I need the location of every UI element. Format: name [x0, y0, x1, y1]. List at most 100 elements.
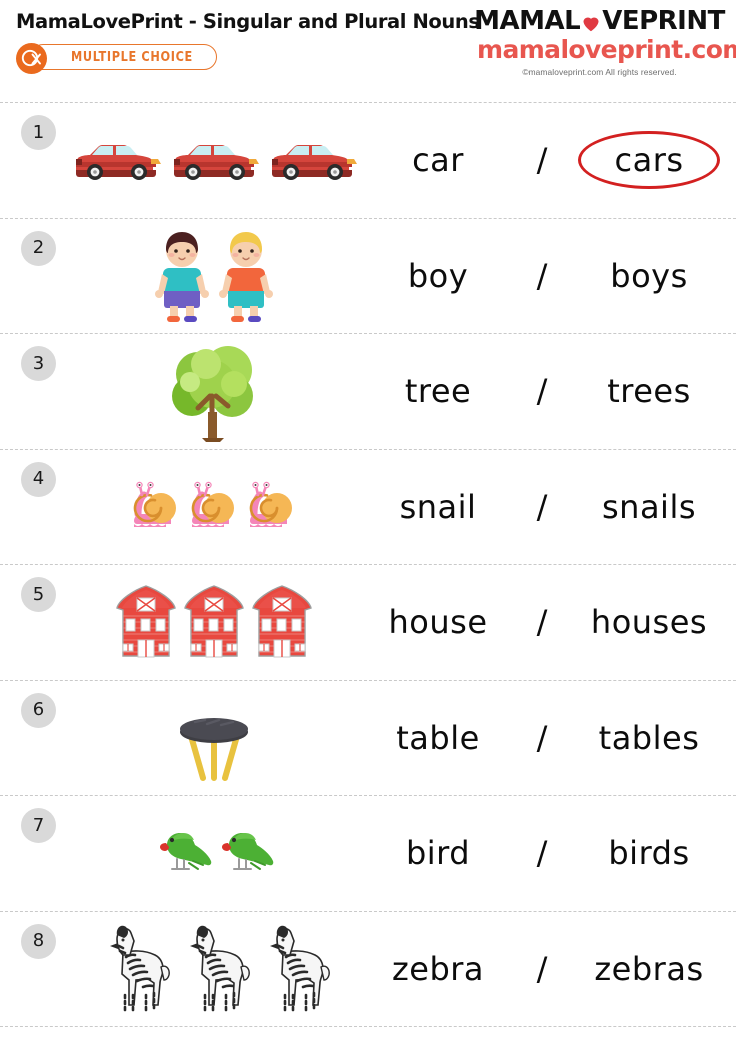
choice-plural-label: trees — [607, 372, 691, 411]
question-row: 3 tree / trees — [0, 333, 736, 449]
picture-cell-car — [66, 103, 362, 218]
choice-singular[interactable]: boy — [362, 260, 514, 292]
picture-group — [66, 690, 362, 786]
question-list: 1 car / cars 2 boy / boys 3 tree / trees… — [0, 102, 736, 1027]
choice-plural[interactable]: snails — [570, 491, 728, 523]
choice-separator: / — [536, 603, 548, 642]
choice-separator: / — [536, 487, 548, 526]
choice-plural[interactable]: birds — [570, 837, 728, 869]
picture-group — [66, 481, 362, 533]
multiple-choice-label: MULTIPLE CHOICE — [71, 49, 193, 65]
question-row: 8 zebra / zebras — [0, 910, 736, 1027]
choice-singular[interactable]: bird — [362, 837, 514, 869]
question-number-badge: 7 — [21, 808, 56, 843]
header-left-block: MamaLovePrint - Singular and Plural Noun… — [16, 10, 480, 74]
choice-plural[interactable]: boys — [570, 260, 728, 292]
zebra-icon — [110, 925, 170, 1012]
multiple-choice-badge: MULTIPLE CHOICE — [16, 42, 218, 74]
choice-singular-label: zebra — [391, 949, 485, 988]
bird-icon — [222, 833, 274, 871]
question-number-badge: 2 — [21, 230, 56, 266]
question-row: 6 table / tables — [0, 679, 736, 796]
ox-icon — [16, 43, 47, 74]
multiple-choice-pill: MULTIPLE CHOICE — [30, 44, 218, 70]
question-number-badge: 6 — [21, 692, 56, 728]
answer-choices: table / tables — [362, 681, 732, 796]
question-row: 1 car / cars — [0, 102, 736, 218]
choice-singular-label: boy — [407, 256, 469, 295]
choice-singular-label: snail — [399, 487, 477, 526]
choice-singular-label: car — [412, 141, 464, 180]
boy-icon — [219, 231, 273, 322]
tree-icon — [172, 346, 253, 443]
house-icon — [116, 585, 176, 658]
logo-domain: mamaloveprint.com — [477, 35, 736, 65]
question-number-badge: 3 — [21, 346, 56, 381]
picture-cell-house — [66, 565, 362, 680]
brand-logo: MAMAL VEPRINT mamaloveprint.com ©mamalov… — [474, 6, 736, 77]
choice-separator: / — [536, 141, 548, 180]
choice-singular-label: tree — [404, 372, 472, 411]
choice-singular[interactable]: zebra — [362, 953, 514, 985]
choice-plural-label: houses — [590, 603, 708, 642]
choice-plural[interactable]: trees — [570, 375, 728, 407]
question-row: 2 boy / boys — [0, 217, 736, 334]
choice-singular-label: house — [388, 603, 488, 642]
answer-choices: tree / trees — [362, 334, 732, 449]
car-icon — [76, 145, 161, 181]
choice-singular[interactable]: house — [362, 606, 514, 638]
picture-cell-tree — [66, 334, 362, 449]
choice-plural-label: snails — [601, 487, 696, 526]
question-row: 4 snail / snails — [0, 448, 736, 565]
worksheet-header: MamaLovePrint - Singular and Plural Noun… — [0, 0, 736, 100]
choice-separator: / — [536, 949, 548, 988]
page-title: MamaLovePrint - Singular and Plural Noun… — [16, 10, 480, 33]
answer-choices: house / houses — [362, 565, 732, 680]
question-number-badge: 5 — [21, 577, 56, 612]
logo-wordmark: MAMAL VEPRINT — [474, 6, 725, 36]
choice-singular[interactable]: car — [362, 144, 514, 176]
answer-choices: bird / birds — [362, 796, 732, 911]
logo-text-part2: VEPRINT — [602, 6, 725, 36]
question-number-badge: 8 — [21, 923, 56, 959]
picture-group — [66, 338, 362, 444]
choice-plural[interactable]: zebras — [570, 953, 728, 985]
answer-choices: car / cars — [362, 103, 732, 218]
choice-separator: / — [536, 256, 548, 295]
choice-separator: / — [536, 372, 548, 411]
picture-group — [66, 136, 362, 184]
choice-plural[interactable]: tables — [570, 722, 728, 754]
choice-plural[interactable]: houses — [570, 606, 728, 638]
choice-plural-label: cars — [614, 141, 684, 180]
question-number-badge: 1 — [21, 115, 56, 150]
house-icon — [252, 585, 312, 658]
answer-choices: snail / snails — [362, 450, 732, 565]
choice-plural[interactable]: cars — [570, 131, 728, 190]
picture-cell-bird — [66, 796, 362, 911]
question-number-badge: 4 — [21, 461, 56, 497]
picture-cell-snail — [66, 450, 362, 565]
answer-choices: boy / boys — [362, 219, 732, 334]
choice-plural-label: boys — [610, 256, 688, 295]
picture-cell-table — [66, 681, 362, 796]
logo-text-part1: MAMAL — [474, 6, 581, 36]
choice-separator: / — [536, 834, 548, 873]
choice-singular[interactable]: table — [362, 722, 514, 754]
car-icon — [174, 145, 259, 181]
choice-singular[interactable]: snail — [362, 491, 514, 523]
car-icon — [272, 145, 357, 181]
answer-choices: zebra / zebras — [362, 912, 732, 1027]
choice-singular-label: bird — [405, 834, 471, 873]
choice-singular[interactable]: tree — [362, 375, 514, 407]
picture-group — [66, 923, 362, 1015]
choice-plural-label: birds — [608, 834, 690, 873]
question-row: 5 house / houses — [0, 564, 736, 680]
snail-icon — [191, 481, 234, 527]
snail-icon — [249, 481, 292, 527]
zebra-icon — [190, 925, 250, 1012]
picture-cell-boy — [66, 219, 362, 334]
snail-icon — [133, 481, 176, 527]
bird-icon — [160, 833, 212, 871]
zebra-icon — [270, 925, 330, 1012]
choice-plural-label: zebras — [594, 949, 704, 988]
